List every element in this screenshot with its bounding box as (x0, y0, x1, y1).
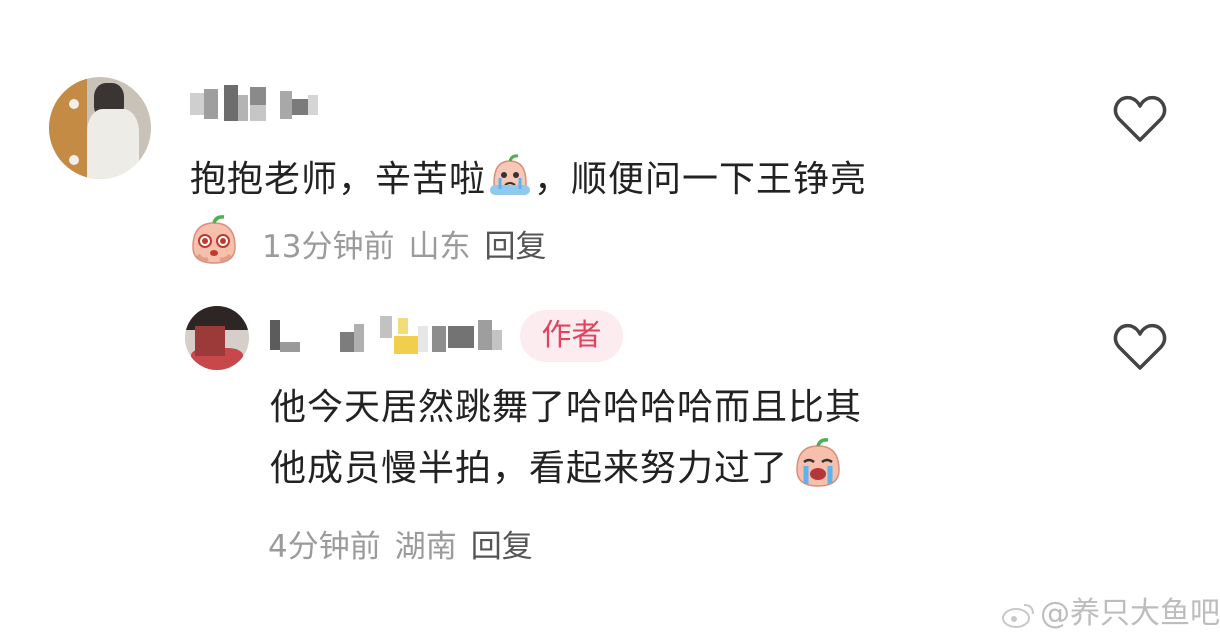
sobbing-peach-emoji (796, 438, 840, 487)
crying-peach-emoji (490, 154, 531, 195)
comment-location: 山东 (408, 229, 471, 265)
comment-meta: 4分钟前 湖南 回复 (268, 521, 547, 566)
comment-text: 他今天居然跳舞了哈哈哈哈而且比其 他成员慢半拍，看起来努力过了 (270, 378, 862, 499)
heart-outline-icon[interactable] (1111, 321, 1169, 373)
teary-peach-emoji[interactable] (188, 215, 240, 267)
username-blurred[interactable] (270, 316, 510, 356)
weibo-logo-icon (1002, 603, 1034, 628)
reply-button[interactable]: 回复 (471, 529, 533, 565)
comment-meta: 13分钟前 山东 回复 (262, 221, 560, 266)
comment-text: 抱抱老师，辛苦啦 ，顺便问一下王铮亮 (190, 150, 867, 210)
comment-text-line-1: 他今天居然跳舞了哈哈哈哈而且比其 (270, 387, 863, 428)
watermark: @养只大鱼吧 (1002, 588, 1220, 632)
comment-text-line-2: 他成员慢半拍，看起来努力过了 (270, 438, 862, 499)
author-badge: 作者 (520, 310, 623, 362)
comment-time: 13分钟前 (262, 229, 395, 265)
username-blurred[interactable] (190, 85, 330, 125)
avatar[interactable] (49, 77, 151, 179)
reply-button[interactable]: 回复 (484, 229, 546, 265)
comment-location: 湖南 (394, 529, 457, 565)
comment-time: 4分钟前 (268, 529, 381, 565)
heart-outline-icon[interactable] (1111, 93, 1169, 145)
avatar[interactable] (185, 306, 249, 370)
